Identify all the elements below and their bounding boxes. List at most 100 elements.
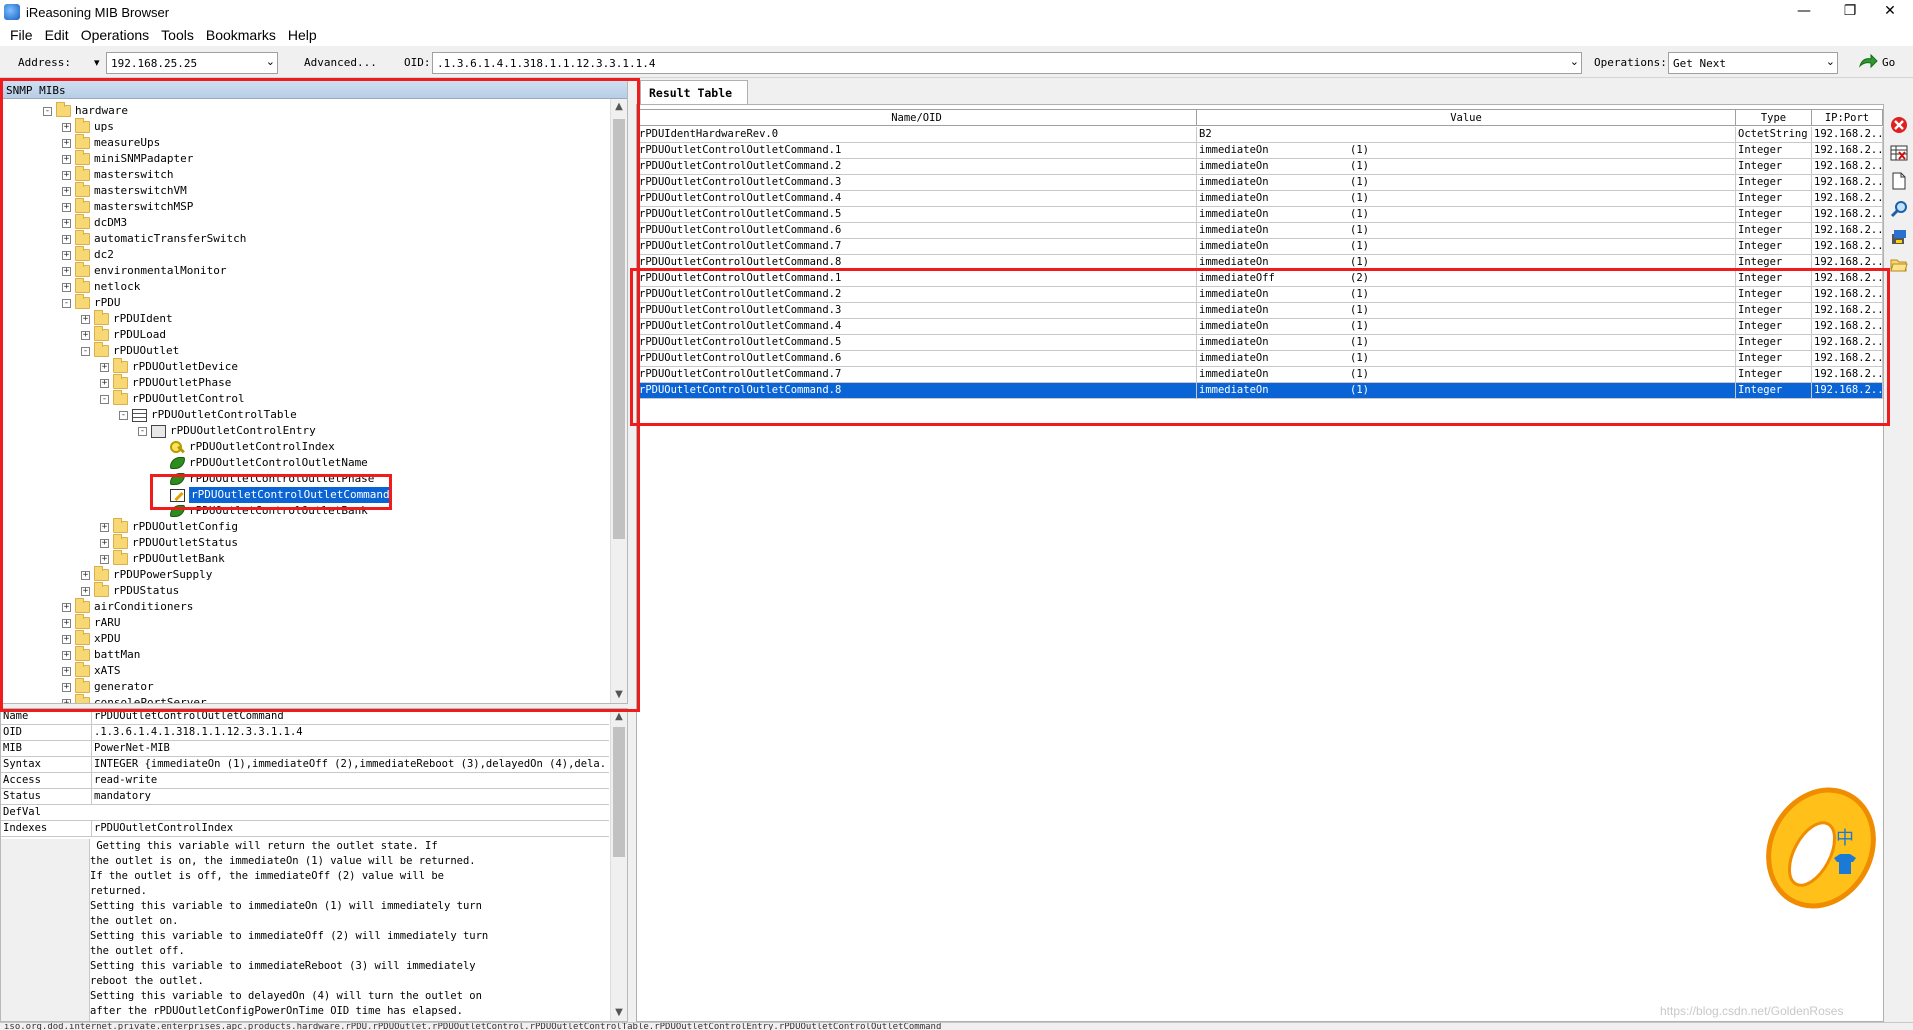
scroll-up-icon[interactable]: ▲ (611, 99, 627, 115)
tree-node[interactable]: - rPDUOutlet (81, 342, 179, 359)
oid-input[interactable]: .1.3.6.1.4.1.318.1.1.12.3.3.1.1.4 ⌄ (432, 52, 1582, 74)
tree-node[interactable]: rPDUOutletControlOutletBank (157, 503, 368, 519)
tree-node[interactable]: + rPDUOutletStatus (100, 534, 238, 551)
operations-select[interactable]: Get Next ⌄ (1668, 52, 1838, 74)
column-header-ip-port[interactable]: IP:Port (1812, 110, 1883, 126)
property-value[interactable]: INTEGER {immediateOn (1),immediateOff (2… (91, 757, 607, 772)
tree-node[interactable]: - rPDUOutletControlEntry (138, 423, 316, 439)
expand-icon[interactable]: + (62, 602, 71, 612)
tree-node[interactable]: - rPDU (62, 294, 121, 311)
tree-node[interactable]: + airConditioners (62, 598, 193, 615)
table-row[interactable]: rPDUOutletControlOutletCommand.2 immediat… (637, 159, 1883, 175)
expand-icon[interactable]: + (62, 138, 71, 148)
expand-icon[interactable]: + (62, 170, 71, 180)
column-header-name-oid[interactable]: Name/OID (637, 110, 1197, 126)
collapse-icon[interactable]: - (43, 106, 52, 116)
scroll-down-icon[interactable]: ▼ (611, 687, 627, 703)
table-row[interactable]: rPDUOutletControlOutletCommand.3 immediat… (637, 303, 1883, 319)
table-row[interactable]: rPDUOutletControlOutletCommand.7 immediat… (637, 367, 1883, 383)
delete-table-icon[interactable] (1890, 144, 1908, 162)
tree-node[interactable]: + rPDUIdent (81, 310, 173, 327)
expand-icon[interactable]: + (62, 634, 71, 644)
tree-node[interactable]: + rPDUOutletPhase (100, 374, 231, 391)
expand-icon[interactable]: + (62, 234, 71, 244)
expand-icon[interactable]: + (100, 522, 109, 532)
property-value[interactable]: .1.3.6.1.4.1.318.1.1.12.3.3.1.1.4 (91, 725, 607, 740)
table-row[interactable]: rPDUOutletControlOutletCommand.4 immediat… (637, 319, 1883, 335)
expand-icon[interactable]: + (100, 362, 109, 372)
go-button[interactable]: Go (1882, 56, 1895, 69)
collapse-icon[interactable]: - (81, 346, 90, 356)
expand-icon[interactable]: + (81, 570, 90, 580)
collapse-icon[interactable]: - (100, 394, 109, 404)
tree-node[interactable]: + ups (62, 118, 114, 135)
table-row[interactable]: rPDUOutletControlOutletCommand.6 immediat… (637, 223, 1883, 239)
table-row[interactable]: rPDUIdentHardwareRev.0 B2 OctetString 192.1… (637, 127, 1883, 143)
expand-icon[interactable]: + (81, 586, 90, 596)
scroll-down-icon[interactable]: ▼ (611, 1005, 627, 1021)
tree-node[interactable]: + masterswitch (62, 166, 173, 183)
tree-scroll-thumb[interactable] (613, 119, 625, 539)
property-value[interactable]: read-write (91, 773, 607, 788)
table-row[interactable]: rPDUOutletControlOutletCommand.8 immediat… (637, 255, 1883, 271)
expand-icon[interactable]: + (62, 266, 71, 276)
tree-node[interactable]: + masterswitchMSP (62, 198, 193, 215)
description-text[interactable]: Getting this variable will return the ou… (89, 839, 609, 1021)
tree-node[interactable]: - rPDUOutletControl (100, 390, 245, 407)
tree-node[interactable]: + dcDM3 (62, 214, 127, 231)
expand-icon[interactable]: + (62, 618, 71, 628)
table-row[interactable]: rPDUOutletControlOutletCommand.8 immediat… (637, 383, 1883, 399)
expand-icon[interactable]: + (62, 682, 71, 692)
tree-node[interactable]: rPDUOutletControlOutletName (157, 455, 368, 471)
expand-icon[interactable]: + (62, 186, 71, 196)
stop-icon[interactable] (1890, 116, 1908, 134)
expand-icon[interactable]: + (81, 314, 90, 324)
scroll-up-icon[interactable]: ▲ (611, 709, 627, 725)
menu-edit[interactable]: Edit (39, 24, 75, 46)
table-row[interactable]: rPDUOutletControlOutletCommand.6 immediat… (637, 351, 1883, 367)
tree-node[interactable]: + rPDUPowerSupply (81, 566, 212, 583)
expand-icon[interactable]: + (62, 666, 71, 676)
tree-node[interactable]: + rPDUOutletBank (100, 550, 225, 567)
tree-node[interactable]: + xATS (62, 662, 121, 679)
tree-node[interactable]: rPDUOutletControlIndex (157, 439, 335, 455)
tree-node[interactable]: - rPDUOutletControlTable (119, 407, 297, 423)
tree-node[interactable]: + xPDU (62, 630, 121, 647)
go-arrow-icon[interactable] (1858, 54, 1878, 70)
tree-node[interactable]: rPDUOutletControlOutletPhase (157, 471, 374, 487)
minimize-button[interactable]: — (1781, 0, 1827, 24)
table-row[interactable]: rPDUOutletControlOutletCommand.1 immediat… (637, 143, 1883, 159)
expand-icon[interactable]: + (62, 154, 71, 164)
property-value[interactable]: rPDUOutletControlOutletCommand (91, 709, 607, 724)
ime-badge[interactable]: 中 (1762, 782, 1880, 914)
find-icon[interactable] (1890, 200, 1908, 218)
tree-node[interactable]: + battMan (62, 646, 140, 663)
tree-node[interactable]: + automaticTransferSwitch (62, 230, 246, 247)
expand-icon[interactable]: + (62, 122, 71, 132)
expand-icon[interactable]: + (81, 330, 90, 340)
tree-scrollbar[interactable]: ▲ ▼ (610, 99, 627, 703)
new-document-icon[interactable] (1890, 172, 1908, 190)
table-row[interactable]: rPDUOutletControlOutletCommand.5 immediat… (637, 335, 1883, 351)
table-row[interactable]: rPDUOutletControlOutletCommand.1 immediat… (637, 271, 1883, 287)
expand-icon[interactable]: + (62, 698, 71, 703)
menu-bookmarks[interactable]: Bookmarks (200, 24, 282, 46)
table-row[interactable]: rPDUOutletControlOutletCommand.2 immediat… (637, 287, 1883, 303)
tree-node[interactable]: + masterswitchVM (62, 182, 187, 199)
tree-node[interactable]: + generator (62, 678, 154, 695)
menu-operations[interactable]: Operations (75, 24, 155, 46)
table-row[interactable]: rPDUOutletControlOutletCommand.7 immediat… (637, 239, 1883, 255)
tree-node[interactable]: + rPDUOutletDevice (100, 358, 238, 375)
tree-node[interactable]: + rPDULoad (81, 326, 166, 343)
expand-icon[interactable]: + (62, 282, 71, 292)
expand-icon[interactable]: + (62, 650, 71, 660)
property-value[interactable]: rPDUOutletControlIndex (91, 821, 607, 836)
expand-icon[interactable]: + (100, 538, 109, 548)
tab-result-table[interactable]: Result Table (640, 80, 748, 104)
table-row[interactable]: rPDUOutletControlOutletCommand.3 immediat… (637, 175, 1883, 191)
advanced-button[interactable]: Advanced... (300, 52, 381, 74)
expand-icon[interactable]: + (100, 378, 109, 388)
open-folder-icon[interactable] (1890, 256, 1908, 274)
tree-node[interactable]: + rARU (62, 614, 121, 631)
menu-help[interactable]: Help (282, 24, 323, 46)
